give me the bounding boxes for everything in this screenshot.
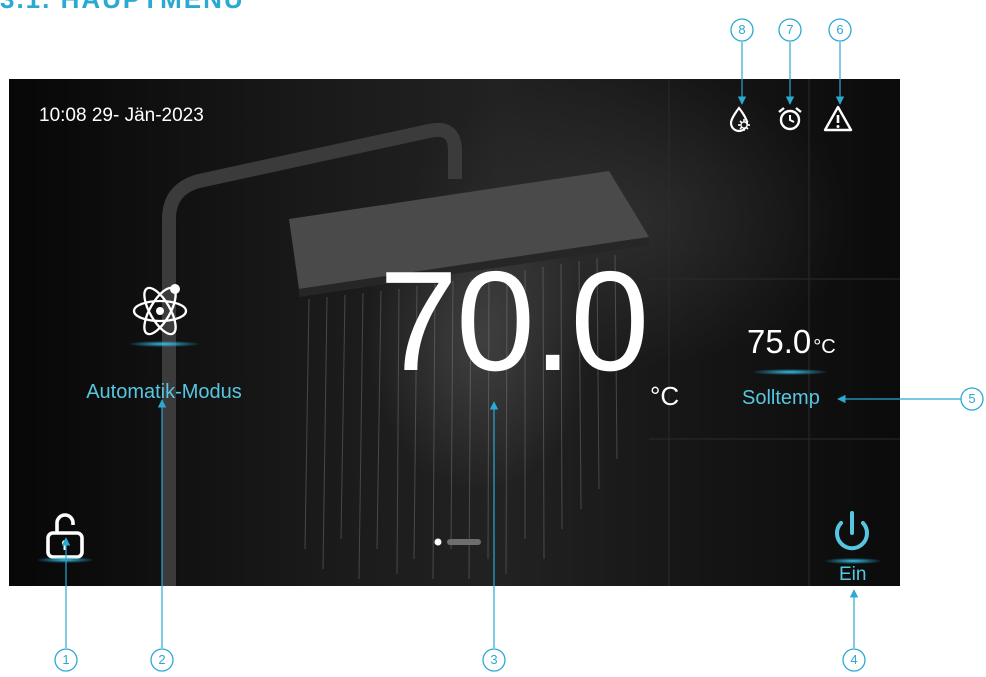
callout-number: 4 (850, 652, 858, 667)
defrost-icon (729, 106, 750, 133)
alarm-clock-icon (778, 107, 802, 131)
callout-number: 1 (62, 652, 70, 667)
current-temperature: 70.0 (379, 242, 649, 401)
callout-4: 4 (842, 648, 866, 672)
power-button[interactable] (827, 509, 877, 559)
callout-number: 3 (490, 652, 498, 667)
lock-button[interactable] (43, 511, 87, 561)
lock-glow (37, 557, 93, 563)
callout-7: 7 (778, 18, 802, 42)
callout-6: 6 (828, 18, 852, 42)
mode-glow (129, 341, 199, 347)
warning-icon (823, 105, 853, 132)
mode-label: Automatik-Modus (86, 381, 242, 403)
manual-section-heading: 3.1. HAUPTMENÜ (0, 0, 245, 15)
power-label: Ein (839, 564, 867, 585)
auto-mode-button[interactable]: Automatik-Modus (59, 275, 279, 415)
current-temperature-unit: °C (650, 381, 680, 411)
set-temperature-label[interactable]: Solltemp (742, 387, 820, 410)
set-temp-glow (753, 369, 827, 375)
callout-3: 3 (482, 648, 506, 672)
callout-1: 1 (54, 648, 78, 672)
set-temperature[interactable]: 75.0 °C (747, 323, 836, 361)
callout-number: 6 (836, 22, 844, 37)
page-indicator[interactable] (434, 537, 484, 547)
callout-number: 8 (738, 22, 746, 37)
control-panel-screen: 10:08 29- Jän-2023 Automatik-Modus 70.0 (9, 79, 900, 586)
callout-2: 2 (150, 648, 174, 672)
power-icon (835, 511, 869, 551)
callout-5: 5 (960, 387, 984, 411)
set-temperature-value: 75.0 (747, 323, 812, 360)
unlock-icon (46, 513, 84, 559)
date-time-display: 10:08 29- Jän-2023 (39, 105, 204, 126)
callout-number: 5 (968, 391, 976, 406)
atom-icon (132, 284, 188, 336)
set-temperature-unit: °C (813, 336, 836, 358)
callout-number: 7 (786, 22, 794, 37)
callout-number: 2 (158, 652, 166, 667)
callout-8: 8 (730, 18, 754, 42)
